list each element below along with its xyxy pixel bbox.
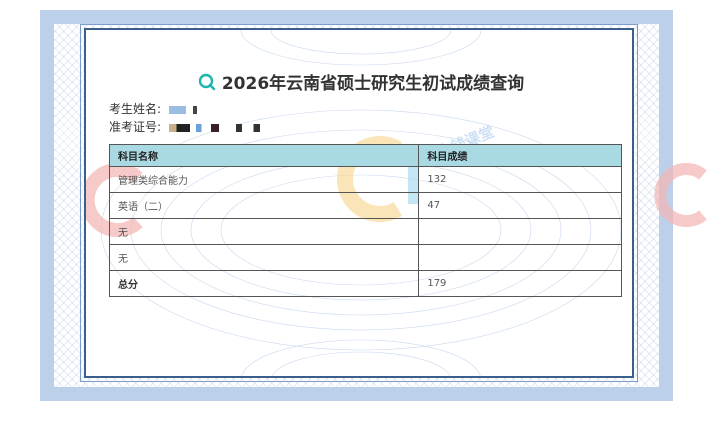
score-cell (418, 244, 622, 271)
table-row: 管理类综合能力 132 (108, 166, 622, 193)
column-header-subject: 科目名称 (108, 144, 420, 167)
score-cell: 132 (418, 166, 622, 193)
exam-id-label: 准考证号: (109, 120, 162, 134)
table-row: 无 (108, 244, 622, 271)
page-title: 2026年云南省硕士研究生初试成绩查询 (86, 69, 632, 94)
table-row: 英语（二） 47 (108, 192, 622, 219)
search-icon (198, 73, 216, 91)
total-row: 总分 179 (108, 270, 622, 297)
total-label-cell: 总分 (108, 270, 420, 297)
table-row: 无 (108, 218, 622, 245)
score-table: 科目名称 科目成绩 管理类综合能力 132 英语（二） 47 无 无 总分 17… (108, 144, 622, 297)
candidate-name-row: 考生姓名: (109, 100, 197, 117)
redacted-name (168, 105, 197, 114)
candidate-name-label: 考生姓名: (109, 102, 162, 116)
subject-cell: 无 (108, 218, 420, 245)
table-header-row: 科目名称 科目成绩 (108, 144, 622, 167)
column-header-score: 科目成绩 (418, 144, 622, 167)
redacted-exam-id (168, 123, 265, 132)
subject-cell: 英语（二） (108, 192, 420, 219)
score-cell: 47 (418, 192, 622, 219)
total-score-cell: 179 (418, 270, 622, 297)
page-title-text: 2026年云南省硕士研究生初试成绩查询 (221, 74, 525, 94)
exam-id-row: 准考证号: (109, 118, 265, 135)
subject-cell: 管理类综合能力 (108, 166, 420, 193)
certificate-panel: 达大钱课堂 2026年云南省硕士研究生初试成绩查询 考生姓名: 准考证号: 科目… (80, 24, 638, 382)
subject-cell: 无 (108, 244, 420, 271)
score-cell (418, 218, 622, 245)
